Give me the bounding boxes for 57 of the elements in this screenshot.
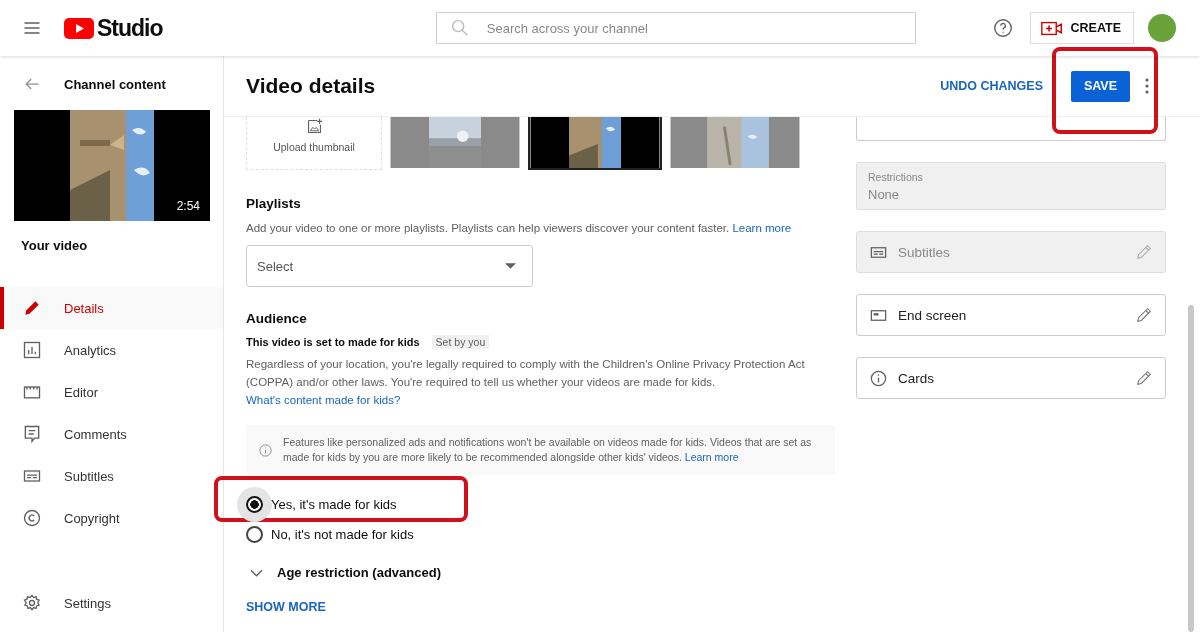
- link[interactable]: Learn more: [684, 451, 739, 463]
- audience-status: This video is set to made for kids: [246, 336, 420, 348]
- notice-text: Features like personalized ads and notifications won't be available on videos made for kids. Videos that are set as made for kids by you are more likely to be recommended alongside other kids' videos. Learn more: [283, 435, 813, 465]
- link[interactable]: Learn more: [732, 222, 792, 234]
- back-label: Channel content: [64, 76, 166, 92]
- comment-icon: [22, 424, 42, 444]
- section-heading: Audience: [246, 311, 308, 326]
- feature-card[interactable]: End screen: [856, 294, 1166, 336]
- video-plus-icon: [1040, 19, 1063, 37]
- playlist-dropdown[interactable]: Select: [246, 245, 533, 287]
- sidebar-item[interactable]: Subtitles: [0, 455, 223, 497]
- sidebar-item[interactable]: Editor: [0, 371, 223, 413]
- field-label: Restrictions: [868, 170, 924, 183]
- studio-logo[interactable]: Studio: [64, 14, 163, 42]
- description-text: Regardless of your location, you're legally required to comply with the Children's Online Privacy Protection Act (COPPA) and/or other laws. You're required to tell us whether your videos are made for kids. What's content made for kids?: [246, 357, 806, 408]
- show-more-button[interactable]: SHOW MORE: [246, 600, 326, 614]
- upload-thumbnail-button[interactable]: Upload thumbnail: [246, 117, 382, 170]
- bar-chart-icon: [22, 340, 42, 360]
- description-text: Add your video to one or more playlists. Playlists can help viewers discover your content faster. Learn more: [246, 221, 793, 236]
- more-icon[interactable]: [1144, 76, 1150, 96]
- your-video-label: Your video: [20, 237, 89, 255]
- search-bar[interactable]: Search across your channel: [435, 12, 916, 44]
- edit-pencil-icon[interactable]: [1135, 306, 1153, 324]
- info-icon: [258, 442, 273, 458]
- video-duration: 2:54: [176, 199, 200, 213]
- avatar[interactable]: [1148, 14, 1176, 42]
- undo-button[interactable]: UNDO CHANGES: [936, 79, 1047, 93]
- feature-card: Subtitles: [856, 231, 1166, 273]
- page-title: Video details: [246, 74, 376, 98]
- dropdown-caret-icon: [505, 263, 516, 269]
- copyright-icon: [22, 508, 42, 528]
- save-button[interactable]: SAVE: [1071, 70, 1130, 102]
- gear-icon: [22, 593, 42, 613]
- section-heading: Playlists: [246, 196, 302, 211]
- edit-pencil-icon[interactable]: [1135, 369, 1153, 387]
- chevron-down-icon: [250, 568, 263, 577]
- create-button[interactable]: CREATE: [1029, 12, 1134, 44]
- set-by-you-tag: Set by you: [431, 335, 490, 349]
- sidebar-item[interactable]: Details: [0, 287, 223, 329]
- sidebar-item[interactable]: Comments: [0, 413, 223, 455]
- sidebar-item[interactable]: Copyright: [0, 497, 223, 539]
- radio-option[interactable]: No, it's not made for kids: [246, 519, 414, 549]
- age-restriction-toggle[interactable]: Age restriction (advanced): [246, 565, 835, 580]
- radio-option[interactable]: Yes, it's made for kids: [246, 489, 397, 519]
- radio-button[interactable]: [246, 525, 263, 543]
- field-value: None: [868, 186, 901, 202]
- link[interactable]: What's content made for kids?: [246, 394, 401, 406]
- feature-card[interactable]: Cards: [856, 357, 1166, 399]
- pencil-icon: [22, 298, 42, 318]
- visibility-card[interactable]: [856, 117, 1166, 141]
- sidebar-item[interactable]: Settings: [0, 582, 223, 624]
- sidebar-item[interactable]: Analytics: [0, 329, 223, 371]
- scrollbar[interactable]: [1188, 305, 1194, 632]
- image-plus-icon: [305, 118, 323, 135]
- play-logo-icon: [64, 17, 94, 39]
- info-icon: [869, 368, 888, 388]
- help-icon[interactable]: [991, 17, 1014, 39]
